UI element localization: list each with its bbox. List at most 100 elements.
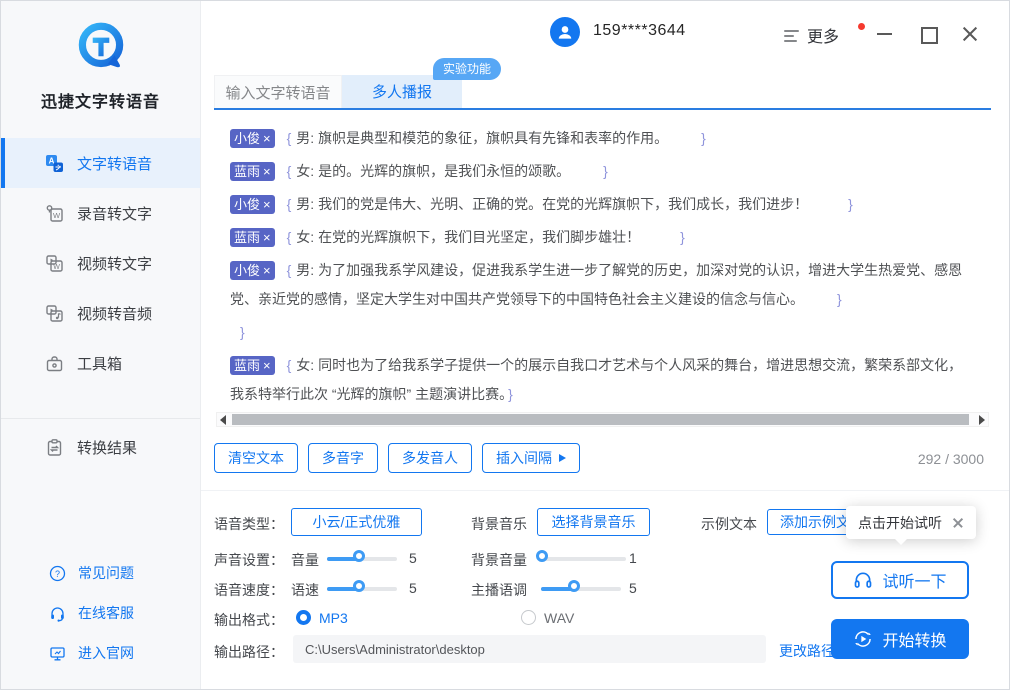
remove-speaker-icon[interactable]: × — [263, 164, 271, 179]
experimental-feature-badge: 实验功能 — [433, 58, 501, 80]
speaker-tag[interactable]: 小俊× — [230, 129, 275, 148]
horizontal-scrollbar[interactable] — [216, 412, 989, 427]
sidebar-item-text-to-speech[interactable]: A 文字转语音 — [1, 138, 200, 188]
mp3-label[interactable]: MP3 — [319, 610, 348, 626]
bg-volume-label: 背景音量 — [471, 550, 527, 570]
dialogue-text: 女: 是的。光辉的旗帜，是我们永恒的颂歌。 — [296, 163, 563, 179]
speed-slider[interactable] — [327, 587, 397, 591]
question-icon: ? — [49, 565, 66, 582]
sidebar-item-toolbox[interactable]: 工具箱 — [1, 338, 200, 388]
sidebar-link-label: 在线客服 — [78, 603, 134, 623]
output-path-field[interactable]: C:\Users\Administrator\desktop — [293, 635, 766, 663]
sidebar-link-label: 进入官网 — [78, 643, 134, 663]
open-brace: { — [287, 163, 292, 179]
sidebar-item-label: 录音转文字 — [77, 203, 152, 224]
open-brace: { — [287, 357, 292, 373]
speaker-tag[interactable]: 蓝雨× — [230, 356, 275, 375]
close-brace: } — [508, 386, 513, 402]
remove-speaker-icon[interactable]: × — [263, 230, 271, 245]
sidebar-link-website[interactable]: 进入官网 — [1, 633, 200, 673]
remove-speaker-icon[interactable]: × — [263, 197, 271, 212]
multi-speaker-button[interactable]: 多发音人 — [388, 443, 472, 473]
change-path-link[interactable]: 更改路径 — [779, 641, 835, 661]
bg-volume-slider[interactable] — [538, 557, 626, 561]
speaker-tag[interactable]: 蓝雨× — [230, 162, 275, 181]
wav-label[interactable]: WAV — [544, 610, 574, 626]
website-icon — [49, 645, 66, 662]
tone-slider[interactable] — [541, 587, 621, 591]
clear-text-button[interactable]: 清空文本 — [214, 443, 298, 473]
sample-text-label: 示例文本 — [701, 514, 757, 534]
more-menu-label: 更多 — [807, 23, 839, 47]
headphone-icon — [853, 570, 873, 590]
close-brace: } — [680, 229, 685, 245]
sidebar-item-results[interactable]: 转换结果 — [1, 419, 200, 475]
open-brace: { — [287, 130, 292, 146]
dialogue-line: 蓝雨×{女: 是的。光辉的旗帜，是我们永恒的颂歌。} — [230, 157, 975, 186]
remove-speaker-icon[interactable]: × — [263, 263, 271, 278]
dialogue-line: 小俊×{男: 旗帜是典型和模范的象征，旗帜具有先锋和表率的作用。} — [230, 124, 975, 153]
listen-tooltip: 点击开始试听 — [846, 506, 976, 539]
speaker-tag[interactable]: 小俊× — [230, 195, 275, 214]
toolbox-icon — [45, 354, 64, 373]
polyphone-button[interactable]: 多音字 — [308, 443, 378, 473]
sidebar-item-video-to-audio[interactable]: 视频转音频 — [1, 288, 200, 338]
sidebar-link-faq[interactable]: ? 常见问题 — [1, 553, 200, 593]
sidebar-item-video-to-text[interactable]: W 视频转文字 — [1, 238, 200, 288]
maximize-button[interactable] — [919, 25, 937, 43]
speaker-tag[interactable]: 小俊× — [230, 261, 275, 280]
sidebar-links: ? 常见问题 在线客服 进入官 — [1, 553, 200, 689]
preview-listen-button[interactable]: 试听一下 — [831, 561, 969, 599]
slider-knob[interactable] — [568, 580, 580, 592]
tone-label: 主播语调 — [471, 580, 527, 600]
tab-input-text-to-speech[interactable]: 输入文字转语音 — [214, 75, 342, 108]
open-brace: { — [287, 196, 292, 212]
remove-speaker-icon[interactable]: × — [263, 131, 271, 146]
voice-type-button[interactable]: 小云/正式优雅 — [291, 508, 422, 536]
scroll-right-icon[interactable] — [979, 415, 985, 425]
wav-radio[interactable] — [521, 610, 536, 625]
output-path-label: 输出路径： — [214, 642, 284, 662]
sidebar-nav: A 文字转语音 W 录音转文字 — [1, 138, 200, 388]
video-to-text-icon: W — [45, 254, 64, 273]
tone-value: 5 — [629, 580, 637, 596]
close-brace: } — [848, 196, 853, 212]
insert-pause-button[interactable]: 插入间隔 — [482, 443, 580, 473]
dialogue-text: 女: 同时也为了给我系学子提供一个的展示自我口才艺术与个人风采的舞台，增进思想交… — [230, 357, 962, 402]
remove-speaker-icon[interactable]: × — [263, 358, 271, 373]
start-convert-button[interactable]: 开始转换 — [831, 619, 969, 659]
account-phone-number: 159****3644 — [593, 22, 686, 40]
open-brace: { — [287, 229, 292, 245]
sidebar-item-label: 视频转音频 — [77, 303, 152, 324]
close-brace: } — [837, 291, 842, 307]
main-area: 159****3644 更多 输入文字转语音 多人播报 实验功能 小俊×{男: … — [201, 1, 1010, 689]
script-editor[interactable]: 小俊×{男: 旗帜是典型和模范的象征，旗帜具有先锋和表率的作用。} 蓝雨×{女:… — [214, 110, 991, 431]
slider-knob[interactable] — [353, 580, 365, 592]
editor-content: 小俊×{男: 旗帜是典型和模范的象征，旗帜具有先锋和表率的作用。} 蓝雨×{女:… — [214, 110, 991, 409]
dialogue-text: 男: 为了加强我系学风建设，促进我系学生进一步了解党的历史，加深对党的认识，增进… — [230, 262, 962, 307]
sidebar-link-support[interactable]: 在线客服 — [1, 593, 200, 633]
choose-bgm-button[interactable]: 选择背景音乐 — [537, 508, 650, 536]
sidebar-link-label: 常见问题 — [78, 563, 134, 583]
mp3-radio[interactable] — [296, 610, 311, 625]
user-avatar[interactable] — [550, 17, 580, 47]
tooltip-close-icon[interactable] — [952, 517, 964, 529]
minimize-button[interactable] — [876, 25, 894, 43]
slider-knob[interactable] — [536, 550, 548, 562]
scroll-left-icon[interactable] — [220, 415, 226, 425]
tooltip-text: 点击开始试听 — [858, 513, 942, 533]
section-divider — [201, 490, 1010, 491]
bgm-label: 背景音乐 — [471, 514, 527, 534]
dialogue-text: 男: 我们的党是伟大、光明、正确的党。在党的光辉旗帜下，我们成长，我们进步！ — [296, 196, 808, 212]
close-button[interactable] — [961, 25, 979, 43]
volume-slider[interactable] — [327, 557, 397, 561]
scrollbar-thumb[interactable] — [232, 414, 969, 425]
sidebar-item-audio-to-text[interactable]: W 录音转文字 — [1, 188, 200, 238]
more-menu[interactable]: 更多 — [784, 23, 839, 47]
svg-text:W: W — [53, 211, 61, 220]
speaker-tag[interactable]: 蓝雨× — [230, 228, 275, 247]
open-brace: { — [287, 262, 292, 278]
slider-knob[interactable] — [353, 550, 365, 562]
audio-to-text-icon: W — [45, 204, 64, 223]
output-format-label: 输出格式： — [214, 610, 284, 630]
